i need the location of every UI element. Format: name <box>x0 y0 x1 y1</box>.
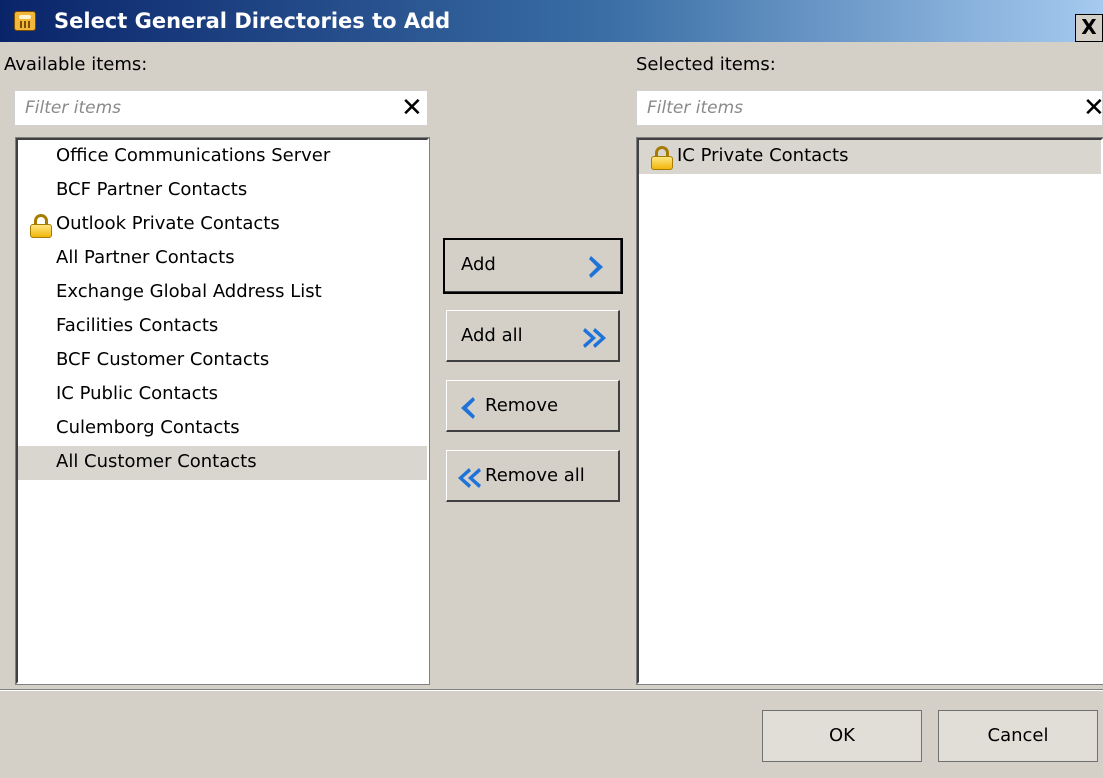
remove-all-button-label: Remove all <box>485 465 585 486</box>
list-item-label: Facilities Contacts <box>56 315 219 336</box>
title-bar: Select General Directories to Add <box>0 0 1103 42</box>
double-chevron-right-icon <box>583 325 607 351</box>
list-item-label: Culemborg Contacts <box>56 417 240 438</box>
phone-icon <box>14 11 36 31</box>
list-item-label: IC Public Contacts <box>56 383 218 404</box>
double-chevron-left-icon <box>455 465 481 491</box>
list-item[interactable]: IC Public Contacts <box>18 378 427 412</box>
list-item-label: Exchange Global Address List <box>56 281 322 302</box>
window-title: Select General Directories to Add <box>54 9 451 33</box>
cancel-button[interactable]: Cancel <box>938 710 1098 762</box>
available-clear-icon[interactable]: ✕ <box>401 93 423 123</box>
list-item[interactable]: Office Communications Server <box>18 140 427 174</box>
chevron-left-icon <box>457 395 481 421</box>
remove-button[interactable]: Remove <box>446 380 620 432</box>
list-item-label: Office Communications Server <box>56 145 331 166</box>
available-items-list[interactable]: Office Communications Server BCF Partner … <box>15 137 430 685</box>
selected-clear-icon[interactable]: ✕ <box>1083 93 1103 123</box>
list-item[interactable]: Outlook Private Contacts <box>18 208 427 242</box>
list-item[interactable]: Culemborg Contacts <box>18 412 427 446</box>
ok-button[interactable]: OK <box>762 710 922 762</box>
lock-icon <box>651 146 673 170</box>
list-item-label: All Partner Contacts <box>56 247 235 268</box>
remove-button-label: Remove <box>485 395 559 416</box>
selected-filter-input[interactable] <box>647 96 977 120</box>
add-button-label: Add <box>461 254 496 275</box>
list-item[interactable]: BCF Customer Contacts <box>18 344 427 378</box>
add-button[interactable]: Add <box>443 238 623 294</box>
selected-items-list[interactable]: IC Private Contacts <box>636 137 1103 685</box>
list-item-label: Outlook Private Contacts <box>56 213 280 234</box>
remove-all-button[interactable]: Remove all <box>446 450 620 502</box>
selected-items-label: Selected items: <box>636 54 776 75</box>
available-items-label: Available items: <box>4 54 148 75</box>
chevron-right-icon <box>587 254 611 280</box>
list-item[interactable]: All Customer Contacts <box>18 446 427 480</box>
available-filter-box: ✕ <box>14 90 428 126</box>
list-item[interactable]: Exchange Global Address List <box>18 276 427 310</box>
list-item[interactable]: All Partner Contacts <box>18 242 427 276</box>
list-item[interactable]: BCF Partner Contacts <box>18 174 427 208</box>
add-all-button[interactable]: Add all <box>446 310 620 362</box>
list-item[interactable]: IC Private Contacts <box>639 140 1101 174</box>
add-all-button-label: Add all <box>461 325 523 346</box>
selected-filter-box: ✕ <box>636 90 1103 126</box>
list-item-label: BCF Customer Contacts <box>56 349 270 370</box>
lock-icon <box>30 214 52 238</box>
list-item-label: All Customer Contacts <box>56 451 257 472</box>
close-button[interactable]: X <box>1075 14 1103 42</box>
list-item[interactable]: Facilities Contacts <box>18 310 427 344</box>
available-filter-input[interactable] <box>25 96 355 120</box>
list-item-label: IC Private Contacts <box>677 145 849 166</box>
list-item-label: BCF Partner Contacts <box>56 179 248 200</box>
footer-divider <box>0 689 1103 691</box>
